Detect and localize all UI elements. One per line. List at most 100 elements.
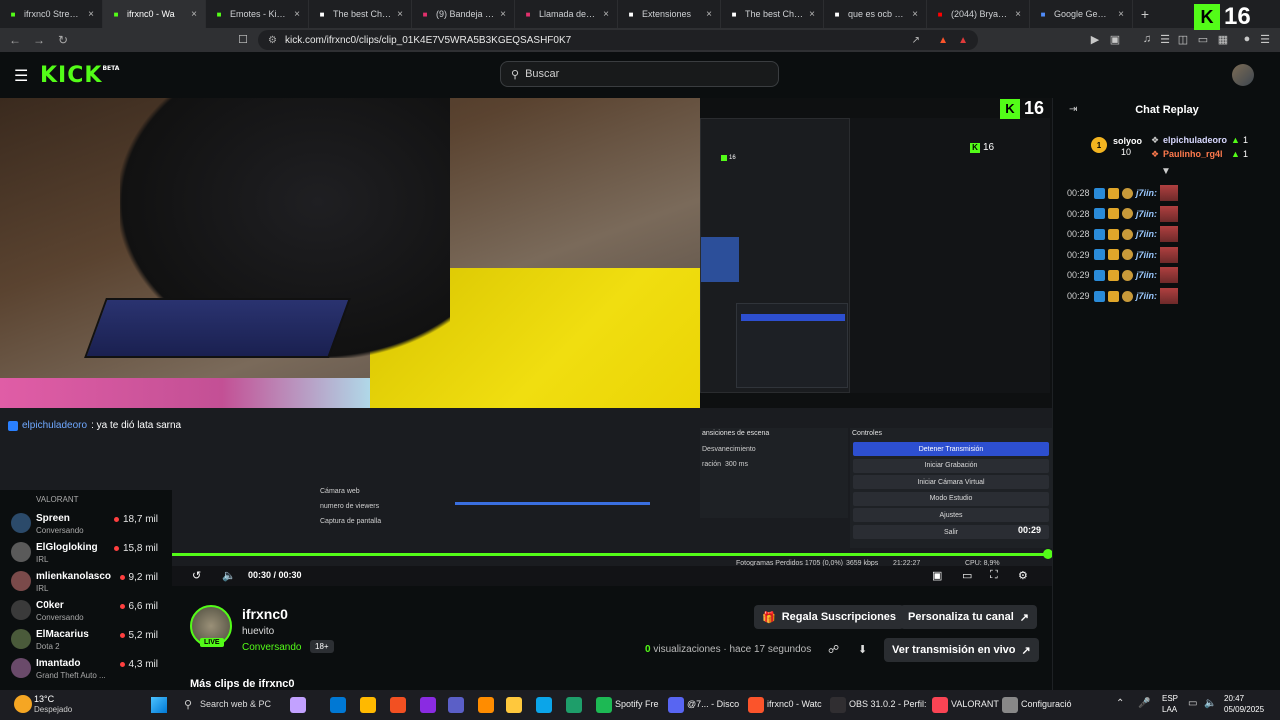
reload-icon[interactable]: ↻ (56, 33, 70, 47)
menu-icon[interactable]: ☰ (1258, 33, 1272, 47)
close-tab-icon[interactable]: × (397, 9, 403, 20)
taskbar-app-icon[interactable] (668, 697, 684, 713)
browser-tab[interactable]: ■ Google Gemini × (1030, 0, 1133, 28)
taskbar-app-icon[interactable] (830, 697, 846, 713)
site-info-icon[interactable]: ⚙ (268, 35, 277, 46)
browser-tab[interactable]: ■ que es ocb - Buscar × (824, 0, 927, 28)
taskbar-search[interactable]: Search web & PC (200, 699, 271, 709)
theater-icon[interactable]: ▭ (962, 569, 972, 582)
pinned-app-icon[interactable] (536, 697, 552, 713)
taskbar-app-label[interactable]: Spotify Fre (615, 699, 659, 709)
top-gifter-name[interactable]: elpichuladeoro (1163, 135, 1227, 145)
user-avatar[interactable] (1232, 64, 1254, 86)
top-supporter-name[interactable]: solyoo (1113, 136, 1142, 146)
fullscreen-icon[interactable]: ⛶ (990, 569, 998, 582)
top-gifter-name[interactable]: Paulinho_rg4l (1163, 149, 1223, 159)
search-input[interactable]: ⚲ Buscar (500, 61, 779, 87)
microphone-icon[interactable]: 🎤 (1138, 698, 1150, 709)
volume-icon[interactable]: 🔈 (222, 569, 236, 582)
chat-username[interactable]: j7iin: (1136, 270, 1157, 280)
browser-tab[interactable]: ■ Extensiones × (618, 0, 721, 28)
leo-ai-icon[interactable]: ● (1240, 33, 1254, 47)
pinned-app-icon[interactable] (360, 697, 376, 713)
close-tab-icon[interactable]: × (1015, 9, 1021, 20)
replay-icon[interactable]: ↺ (192, 569, 201, 582)
sidebar-channel[interactable]: mlienkanolasco IRL 9,2 mil (8, 568, 170, 596)
taskbar-app-icon[interactable] (748, 697, 764, 713)
taskbar-app-label[interactable]: ifrxnc0 - Watc (767, 699, 822, 709)
browser-tab[interactable]: ■ The best ChatBot ar × (721, 0, 824, 28)
bookmark-icon[interactable]: ☐ (236, 33, 250, 47)
taskbar-app-label[interactable]: Configuració (1021, 699, 1072, 709)
sidebar-icon[interactable]: ◫ (1176, 33, 1190, 47)
kick-logo[interactable]: KICKBETA (40, 63, 119, 88)
network-icon[interactable]: ▭ (1188, 698, 1197, 709)
pinned-app-icon[interactable] (448, 697, 464, 713)
chat-username[interactable]: j7iin: (1136, 250, 1157, 260)
tray-chevron-icon[interactable]: ⌃ (1116, 698, 1124, 709)
pinned-app-icon[interactable] (290, 697, 306, 713)
stream-category[interactable]: Conversando (242, 642, 301, 653)
miniplayer-icon[interactable]: ▣ (932, 569, 942, 582)
close-tab-icon[interactable]: × (191, 9, 197, 20)
channel-name[interactable]: ifrxnc0 (242, 606, 288, 622)
reading-list-icon[interactable]: ☰ (1158, 33, 1172, 47)
windows-start-icon[interactable] (151, 697, 167, 713)
url-field[interactable]: ⚙ kick.com/ifrxnc0/clips/clip_01K4E7V5WR… (258, 30, 978, 50)
browser-tab[interactable]: ■ The best ChatBot ar × (309, 0, 412, 28)
tab-search-icon[interactable]: ▭ (1196, 33, 1210, 47)
close-tab-icon[interactable]: × (912, 9, 918, 20)
sidebar-channel[interactable]: Imantado Grand Theft Auto ... 4,3 mil (8, 655, 170, 683)
language-indicator[interactable]: ESP (1162, 694, 1178, 703)
video-progress-bar[interactable] (172, 553, 1048, 556)
brave-shield-icon[interactable]: ▲ (938, 35, 948, 46)
pinned-app-icon[interactable] (420, 697, 436, 713)
taskbar-app-label[interactable]: OBS 31.0.2 - Perfil: (849, 699, 927, 709)
customize-channel-button[interactable]: Personaliza tu canal ↗ (900, 605, 1037, 629)
extensions-icon[interactable]: ▶ (1088, 33, 1102, 47)
taskbar-app-icon[interactable] (596, 697, 612, 713)
sidebar-channel[interactable]: Spreen Conversando 18,7 mil (8, 510, 170, 538)
pinned-app-icon[interactable] (506, 697, 522, 713)
download-icon[interactable]: ⬇ (858, 643, 867, 656)
clock-time[interactable]: 20:47 (1224, 694, 1244, 703)
chat-username[interactable]: j7iin: (1136, 229, 1157, 239)
close-tab-icon[interactable]: × (1118, 9, 1124, 20)
chat-filter-icon[interactable]: ▼ (1161, 166, 1171, 177)
browser-tab[interactable]: ■ Emotes - Kick Dashb × (206, 0, 309, 28)
browser-tab[interactable]: ■ (2044) Bryartz - Arm × (927, 0, 1030, 28)
close-tab-icon[interactable]: × (500, 9, 506, 20)
close-tab-icon[interactable]: × (809, 9, 815, 20)
back-icon[interactable]: ← (8, 33, 22, 47)
taskbar-app-label[interactable]: @7... - Disco (687, 699, 739, 709)
media-icon[interactable]: ♫ (1140, 33, 1154, 47)
share-icon[interactable]: ☍ (828, 643, 839, 656)
sidebar-channel[interactable]: C0ker Conversando 6,6 mil (8, 597, 170, 625)
volume-icon[interactable]: 🔈 (1204, 698, 1216, 709)
close-tab-icon[interactable]: × (603, 9, 609, 20)
pinned-app-icon[interactable] (478, 697, 494, 713)
watch-live-button[interactable]: Ver transmisión en vivo ↗ (884, 638, 1039, 662)
chat-username[interactable]: j7iin: (1136, 188, 1157, 198)
share-page-icon[interactable]: ↗ (912, 35, 920, 46)
pinned-app-icon[interactable] (566, 697, 582, 713)
settings-icon[interactable]: ⚙ (1018, 569, 1028, 582)
screenshot-icon[interactable]: ▣ (1108, 33, 1122, 47)
browser-tab[interactable]: ■ (9) Bandeja de entr × (412, 0, 515, 28)
taskbar-app-label[interactable]: VALORANT (951, 699, 999, 709)
browser-tab[interactable]: ■ ifrxnc0 - Wa × (103, 0, 206, 28)
gift-subs-button[interactable]: 🎁 Regala Suscripciones (754, 605, 905, 629)
close-tab-icon[interactable]: × (88, 9, 94, 20)
brave-rewards-icon[interactable]: ▲ (958, 35, 968, 46)
sidebar-channel[interactable]: ElGlogloking IRL 15,8 mil (8, 539, 170, 567)
hamburger-menu-icon[interactable]: ☰ (14, 66, 28, 86)
chat-username[interactable]: j7iin: (1136, 291, 1157, 301)
close-tab-icon[interactable]: × (706, 9, 712, 20)
browser-tab[interactable]: ■ Llamada de Inst × (515, 0, 618, 28)
browser-tab[interactable]: ■ ifrxnc0 Stream - Kic × (0, 0, 103, 28)
sidebar-channel[interactable]: ElMacarius Dota 2 5,2 mil (8, 626, 170, 654)
close-tab-icon[interactable]: × (294, 9, 300, 20)
chat-username[interactable]: j7iin: (1136, 209, 1157, 219)
wallet-icon[interactable]: ▦ (1216, 33, 1230, 47)
weather-icon[interactable] (14, 695, 32, 713)
